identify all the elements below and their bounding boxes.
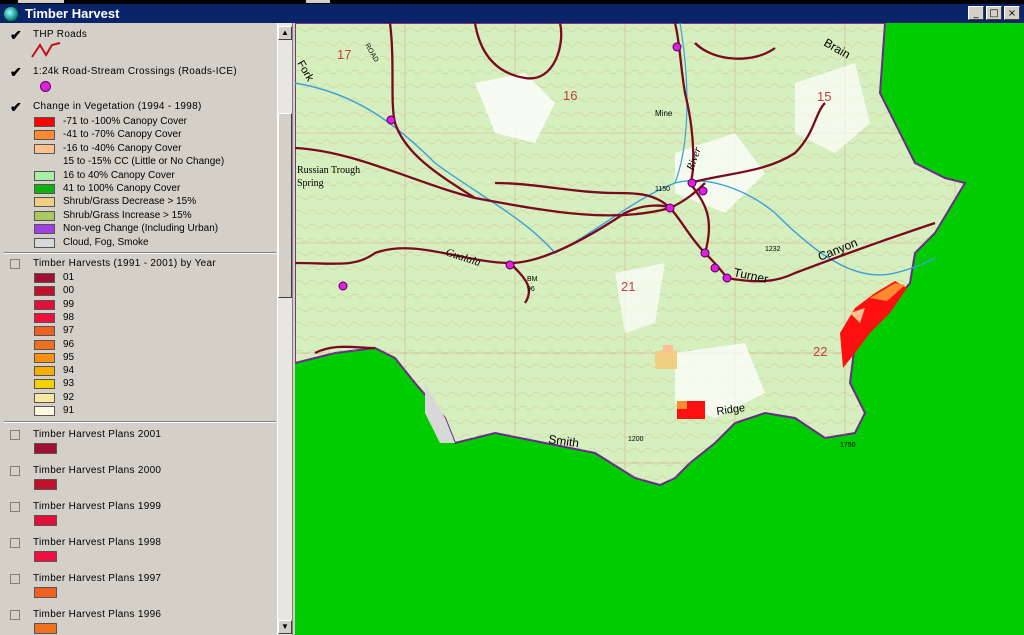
- legend-swatch: [34, 299, 55, 310]
- legend-swatch: [34, 366, 55, 377]
- legend-label: -16 to -40% Canopy Cover: [63, 142, 182, 154]
- legend-swatch: [34, 184, 55, 194]
- legend-swatch: [34, 515, 57, 526]
- label-mine: Mine: [655, 109, 673, 118]
- section-16: 16: [563, 88, 577, 103]
- checkbox-unchecked-icon[interactable]: [10, 502, 20, 512]
- legend-label: Shrub/Grass Increase > 15%: [63, 209, 192, 221]
- legend-label: 16 to 40% Canopy Cover: [63, 169, 175, 181]
- legend-label: -71 to -100% Canopy Cover: [63, 116, 187, 127]
- legend-swatch: [34, 443, 57, 454]
- legend-label: 15 to -15% CC (Little or No Change): [63, 156, 225, 168]
- scroll-thumb[interactable]: [278, 113, 292, 298]
- label-russian-trough: Russian Trough: [297, 165, 360, 176]
- legend-label: 00: [63, 285, 75, 297]
- close-button[interactable]: ×: [1004, 6, 1020, 20]
- layer-name: THP Roads: [33, 29, 88, 40]
- legend-label: 99: [63, 298, 75, 310]
- layer-name: Change in Vegetation (1994 - 1998): [33, 101, 202, 112]
- section-21: 21: [621, 279, 635, 294]
- legend-swatch: [34, 224, 55, 235]
- layer-name: Timber Harvest Plans 1999: [33, 501, 162, 512]
- legend-swatch: [34, 623, 57, 634]
- layer-name: Timber Harvests (1991 - 2001) by Year: [33, 258, 217, 269]
- checkbox-unchecked-icon[interactable]: [10, 610, 20, 620]
- layer-name: Timber Harvest Plans 2001: [33, 429, 162, 440]
- legend-label: Cloud, Fog, Smoke: [63, 236, 149, 248]
- map-canvas[interactable]: Brain Russian Trough Spring Gualala Rive…: [295, 23, 1024, 635]
- legend-swatch: [34, 237, 55, 248]
- legend-label: 92: [63, 391, 75, 403]
- legend-swatch: [34, 352, 55, 363]
- crossing-point-icon: [40, 81, 51, 92]
- layer-name: Timber Harvest Plans 2000: [33, 465, 162, 476]
- section-15: 15: [817, 89, 831, 104]
- checkbox-unchecked-icon[interactable]: [10, 574, 20, 584]
- legend-swatch: [34, 170, 55, 181]
- legend-swatch: [34, 197, 55, 208]
- legend-swatch: [34, 273, 55, 283]
- label-elev-1750: 1750: [840, 442, 856, 449]
- legend-label: 94: [63, 365, 75, 377]
- legend-label: Shrub/Grass Decrease > 15%: [63, 196, 197, 208]
- section-17: 17: [337, 47, 351, 62]
- maximize-button[interactable]: □: [986, 6, 1002, 20]
- label-elev-1232: 1232: [765, 246, 781, 253]
- layer-name: Timber Harvest Plans 1996: [33, 609, 162, 620]
- layer-name: 1:24k Road-Stream Crossings (Roads-ICE): [33, 66, 237, 77]
- globe-icon: [3, 5, 19, 22]
- legend-swatch: [34, 117, 55, 127]
- legend-label: 96: [63, 338, 75, 350]
- layer-name: Timber Harvest Plans 1998: [33, 537, 162, 548]
- road-line-icon: [31, 42, 61, 58]
- checkbox-unchecked-icon[interactable]: [10, 466, 20, 476]
- checkbox-unchecked-icon[interactable]: [10, 259, 20, 269]
- legend-label: 98: [63, 311, 75, 323]
- legend-swatch: [34, 312, 55, 323]
- legend-label: 41 to 100% Canopy Cover: [63, 183, 181, 194]
- layer-name: Timber Harvest Plans 1997: [33, 573, 162, 584]
- checkbox-unchecked-icon[interactable]: [10, 430, 20, 440]
- legend-label: Non-veg Change (Including Urban): [63, 223, 219, 235]
- legend-label: 93: [63, 378, 75, 390]
- toc-scrollbar[interactable]: ▲ ▼: [277, 23, 292, 635]
- checkbox-unchecked-icon[interactable]: [10, 538, 20, 548]
- label-bm-value: 96: [527, 286, 535, 293]
- checkbox-checked-icon[interactable]: ✔: [10, 28, 22, 42]
- legend-swatch: [34, 379, 55, 390]
- legend-swatch: [34, 406, 55, 416]
- scroll-down-icon[interactable]: ▼: [278, 620, 292, 634]
- legend-label: 91: [63, 405, 75, 416]
- legend-label: -41 to -70% Canopy Cover: [63, 129, 182, 141]
- minimize-button[interactable]: _: [968, 6, 984, 20]
- legend-label: 95: [63, 351, 75, 363]
- label-bm: BM: [527, 276, 538, 283]
- legend-swatch: [34, 392, 55, 403]
- label-elev-1200: 1200: [628, 436, 644, 443]
- window-titlebar: Timber Harvest _ □ ×: [0, 4, 1024, 23]
- label-spring: Spring: [297, 178, 324, 189]
- scroll-up-icon[interactable]: ▲: [278, 26, 292, 40]
- map-view[interactable]: Brain Russian Trough Spring Gualala Rive…: [295, 23, 1024, 635]
- legend-swatch: [34, 130, 55, 141]
- legend-swatch: [34, 143, 55, 154]
- checkbox-checked-icon[interactable]: ✔: [10, 65, 22, 79]
- legend-label: 01: [63, 272, 75, 283]
- legend-swatch: [34, 339, 55, 350]
- legend-swatch: [34, 587, 57, 598]
- legend-swatch: [34, 551, 57, 562]
- legend-swatch: [34, 210, 55, 221]
- legend-swatch: [34, 286, 55, 297]
- legend-swatch: [34, 479, 57, 490]
- checkbox-checked-icon[interactable]: ✔: [10, 100, 22, 114]
- label-elev-1150: 1150: [655, 186, 670, 193]
- legend-swatch: [34, 326, 55, 337]
- window-title: Timber Harvest: [25, 6, 120, 21]
- legend-label: 97: [63, 325, 75, 337]
- section-22: 22: [813, 344, 827, 359]
- table-of-contents: ✔ THP Roads ✔ 1:24k Road-Stream Crossing…: [0, 23, 277, 635]
